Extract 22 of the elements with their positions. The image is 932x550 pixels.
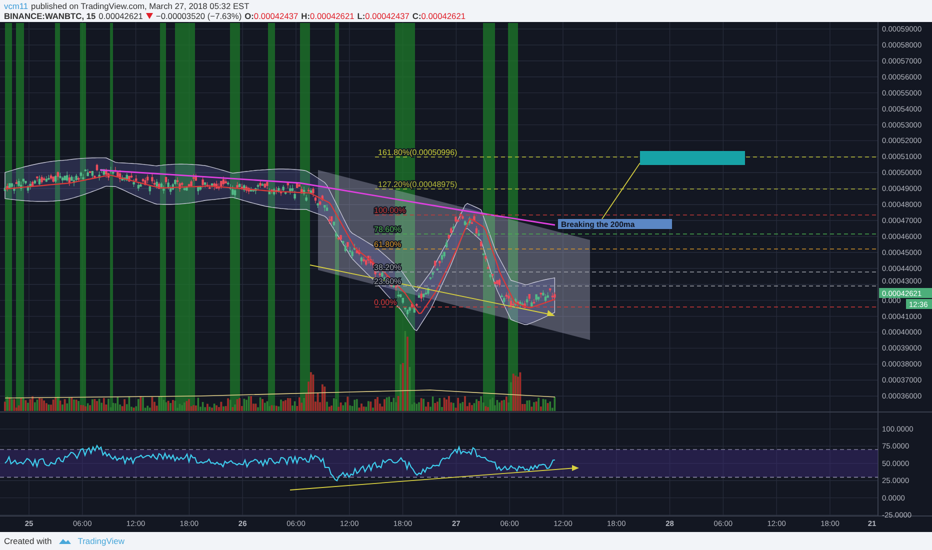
created-with-label: Created with bbox=[4, 536, 52, 546]
fib-level-label: 100.00% bbox=[374, 206, 406, 215]
callout-leader-line bbox=[602, 162, 640, 220]
price-change: −0.00003520 (−7.63%) bbox=[156, 11, 242, 21]
ohlc-label: C: bbox=[412, 11, 422, 21]
ohlc-label: L: bbox=[357, 11, 366, 21]
fib-level-label: 61.80% bbox=[374, 240, 402, 249]
ohlc-value: 0.00042621 bbox=[310, 11, 354, 21]
cloud-logo-icon bbox=[58, 537, 72, 545]
ohlc-value: 0.00042621 bbox=[421, 11, 466, 21]
publish-info: published on TradingView.com, March 27, 2018 05:32 EST bbox=[31, 1, 250, 11]
fib-level-label: 127.20%(0.00048975) bbox=[378, 180, 458, 189]
symbol-label: BINANCE:WANBTC, 15 bbox=[4, 11, 96, 21]
ohlc-label: O: bbox=[244, 11, 254, 21]
fib-level-label: 78.60% bbox=[374, 225, 402, 234]
ohlc-value: 0.00042437 bbox=[365, 11, 410, 21]
ohlc-label: H: bbox=[301, 11, 310, 21]
author-link[interactable]: vcm11 bbox=[4, 1, 28, 11]
ohlc-value: 0.00042437 bbox=[254, 11, 298, 21]
last-price: 0.00042621 bbox=[98, 11, 143, 21]
brand-link[interactable]: TradingView bbox=[78, 536, 124, 546]
fib-level-label: 161.80%(0.00050996) bbox=[378, 148, 458, 157]
